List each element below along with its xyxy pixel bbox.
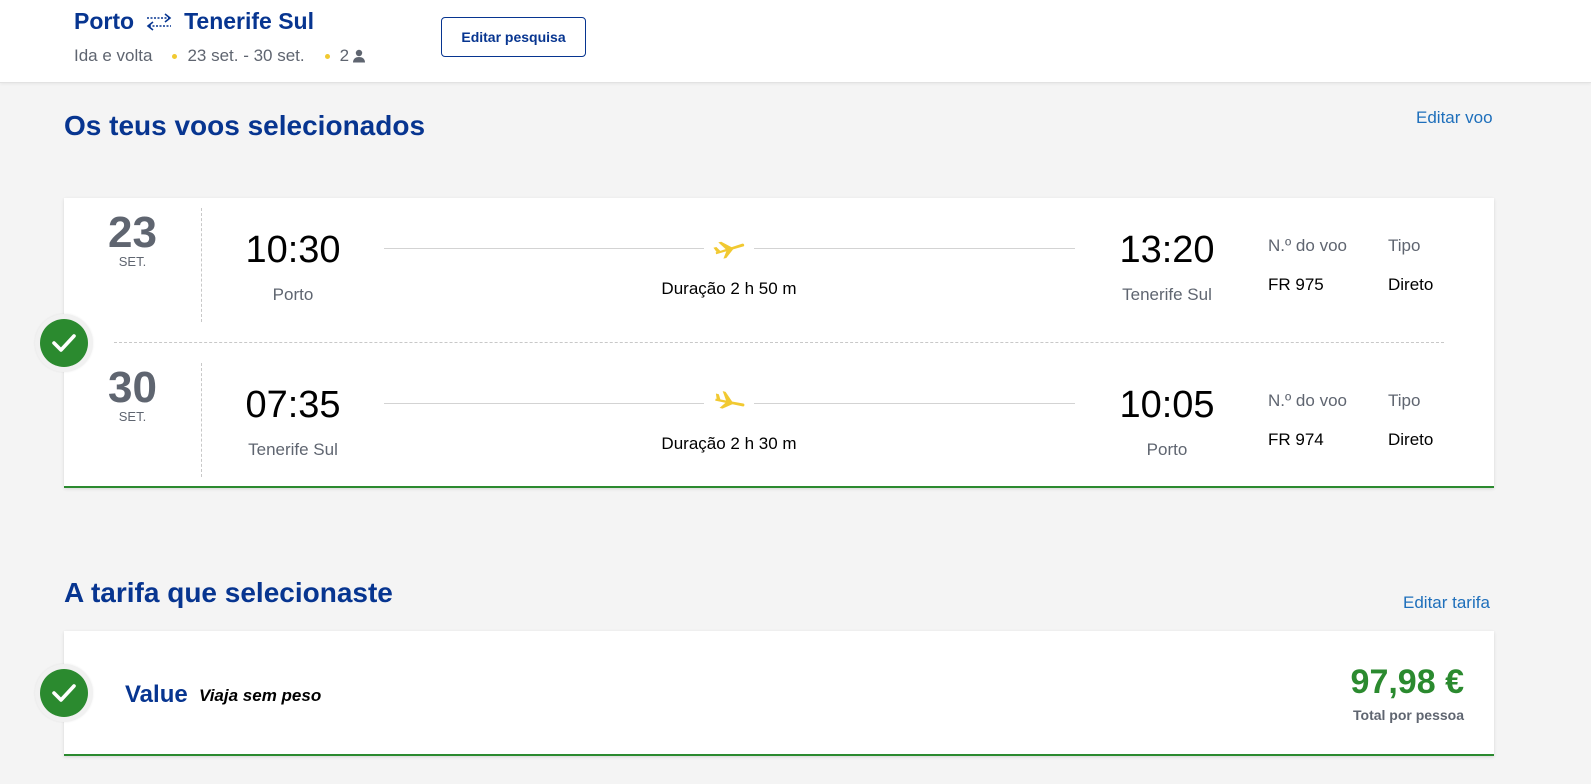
flight-duration: Duração 2 h 50 m: [661, 279, 797, 298]
flight-date: 23 SET.: [64, 208, 201, 269]
arrival-city: Tenerife Sul: [1122, 285, 1212, 304]
arrival-time: 13:20: [1119, 229, 1215, 271]
fare-description: Viaja sem peso: [199, 686, 322, 705]
flight-number: FR 974: [1268, 430, 1324, 449]
destination-city: Tenerife Sul: [184, 8, 314, 34]
leg-divider: [114, 342, 1444, 343]
plane-landing-icon: [715, 391, 745, 409]
departure-city: Porto: [272, 285, 314, 304]
flight-type-label: Tipo: [1388, 391, 1421, 410]
separator-dot: [324, 53, 330, 59]
flight-day: 23: [108, 208, 157, 257]
person-icon: [353, 49, 366, 63]
fare-price-note: Total por pessoa: [1353, 707, 1464, 723]
trip-dates: 23 set. - 30 set.: [187, 46, 305, 65]
trip-type: Ida e volta: [74, 46, 153, 65]
departure-city: Tenerife Sul: [248, 440, 338, 459]
flight-type-label: Tipo: [1388, 236, 1421, 255]
round-trip-arrows-icon: [146, 12, 172, 31]
selected-fare-card: Value Viaja sem peso 97,98 € Total por p…: [64, 631, 1494, 756]
edit-fare-link[interactable]: Editar tarifa: [1403, 593, 1490, 613]
selected-flights-title: Os teus voos selecionados: [64, 110, 426, 141]
departure-time: 07:35: [245, 384, 341, 426]
route-line: [754, 248, 1075, 249]
arrival-city: Porto: [1146, 440, 1188, 459]
flight-month: SET.: [118, 409, 147, 424]
edit-search-button[interactable]: Editar pesquisa: [441, 17, 586, 57]
fare-name: Value: [125, 681, 188, 708]
passenger-count-value: 2: [339, 46, 350, 65]
flight-number-label: N.º do voo: [1268, 391, 1347, 410]
checkmark-icon: [52, 334, 76, 352]
selected-fare-title: A tarifa que selecionaste: [64, 577, 393, 608]
flight-number: FR 975: [1268, 275, 1324, 294]
search-summary-bar: Porto Tenerife Sul Ida e volta 23 set. -…: [0, 0, 1591, 83]
arrival-time: 10:05: [1119, 384, 1215, 426]
flight-leg-return: 30 SET. 07:35 Tenerife Sul Duração 2 h 3…: [64, 353, 1494, 483]
selected-flights-card: 23 SET. 10:30 Porto Duração 2 h 50 m 13:…: [64, 198, 1494, 488]
route-line: [384, 403, 704, 404]
fare-price: 97,98 €: [1350, 663, 1464, 701]
origin-city: Porto: [74, 8, 135, 34]
flight-day: 30: [108, 363, 157, 412]
separator-dot: [172, 53, 178, 59]
route-title: Porto Tenerife Sul: [74, 8, 314, 35]
flight-duration: Duração 2 h 30 m: [661, 434, 797, 453]
flights-confirmed-check: [35, 314, 93, 372]
flight-type: Direto: [1388, 430, 1434, 449]
edit-flight-link[interactable]: Editar voo: [1416, 108, 1493, 128]
flight-number-label: N.º do voo: [1268, 236, 1347, 255]
departure-time: 10:30: [245, 229, 341, 271]
route-line: [384, 248, 704, 249]
plane-takeoff-icon: [713, 241, 745, 259]
flight-date: 30 SET.: [64, 363, 201, 424]
checkmark-icon: [52, 684, 76, 702]
flight-month: SET.: [118, 254, 147, 269]
passenger-count: 2: [340, 46, 366, 66]
flight-leg-outbound: 23 SET. 10:30 Porto Duração 2 h 50 m 13:…: [64, 198, 1494, 328]
fare-confirmed-check: [35, 664, 93, 722]
route-line: [754, 403, 1075, 404]
flight-type: Direto: [1388, 275, 1434, 294]
search-details: Ida e volta 23 set. - 30 set. 2: [74, 46, 366, 66]
